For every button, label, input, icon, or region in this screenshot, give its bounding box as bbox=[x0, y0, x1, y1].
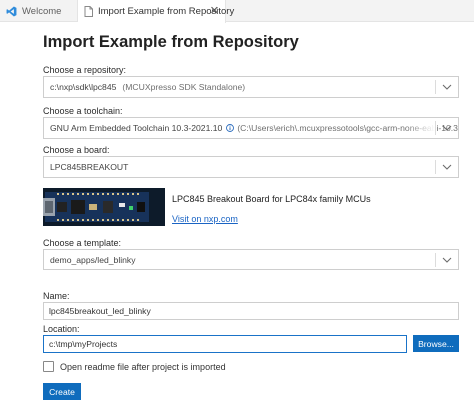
vscode-logo-icon bbox=[5, 5, 17, 17]
repository-select[interactable]: c:\nxp\sdk\lpc845 (MCUXpresso SDK Standa… bbox=[43, 76, 459, 98]
board-select[interactable]: LPC845BREAKOUT bbox=[43, 156, 459, 178]
browse-button[interactable]: Browse... bbox=[413, 335, 459, 352]
chevron-down-icon bbox=[442, 164, 452, 170]
create-button[interactable]: Create bbox=[43, 383, 81, 400]
editor-tab-bar: Welcome Import Example from Repository ✕ bbox=[0, 0, 474, 23]
chevron-down-icon bbox=[442, 125, 452, 131]
document-icon bbox=[84, 6, 93, 18]
board-link[interactable]: Visit on nxp.com bbox=[172, 214, 238, 224]
chevron-down-icon bbox=[442, 84, 452, 90]
board-image bbox=[43, 188, 165, 226]
select-divider bbox=[435, 121, 436, 135]
tab-import-example[interactable]: Import Example from Repository ✕ bbox=[78, 0, 234, 23]
chevron-down-icon bbox=[442, 257, 452, 263]
repository-label: Choose a repository: bbox=[43, 65, 127, 75]
toolchain-select[interactable]: GNU Arm Embedded Toolchain 10.3-2021.10 … bbox=[43, 117, 459, 139]
select-divider bbox=[435, 253, 436, 267]
name-input[interactable] bbox=[43, 302, 459, 320]
board-description: LPC845 Breakout Board for LPC84x family … bbox=[172, 194, 371, 204]
template-label: Choose a template: bbox=[43, 238, 122, 248]
tab-welcome-label: Welcome bbox=[22, 5, 62, 17]
template-value: demo_apps/led_blinky bbox=[50, 254, 136, 265]
select-divider bbox=[435, 80, 436, 94]
name-label: Name: bbox=[43, 291, 70, 301]
repository-value: c:\nxp\sdk\lpc845 bbox=[50, 82, 117, 92]
tab-welcome[interactable]: Welcome bbox=[0, 0, 78, 22]
toolchain-label: Choose a toolchain: bbox=[43, 106, 123, 116]
select-divider bbox=[435, 160, 436, 174]
board-label: Choose a board: bbox=[43, 145, 110, 155]
info-icon bbox=[226, 124, 235, 132]
location-label: Location: bbox=[43, 324, 80, 334]
template-select[interactable]: demo_apps/led_blinky bbox=[43, 249, 459, 270]
readme-checkbox-label: Open readme file after project is import… bbox=[60, 362, 226, 372]
readme-checkbox[interactable] bbox=[43, 361, 54, 372]
select-fade bbox=[405, 118, 435, 138]
close-icon[interactable]: ✕ bbox=[210, 4, 219, 17]
board-value: LPC845BREAKOUT bbox=[50, 162, 129, 172]
location-input[interactable] bbox=[43, 335, 407, 353]
page-title: Import Example from Repository bbox=[43, 33, 299, 51]
repository-detail: (MCUXpresso SDK Standalone) bbox=[122, 82, 246, 92]
toolchain-value: GNU Arm Embedded Toolchain 10.3-2021.10 bbox=[50, 123, 223, 133]
